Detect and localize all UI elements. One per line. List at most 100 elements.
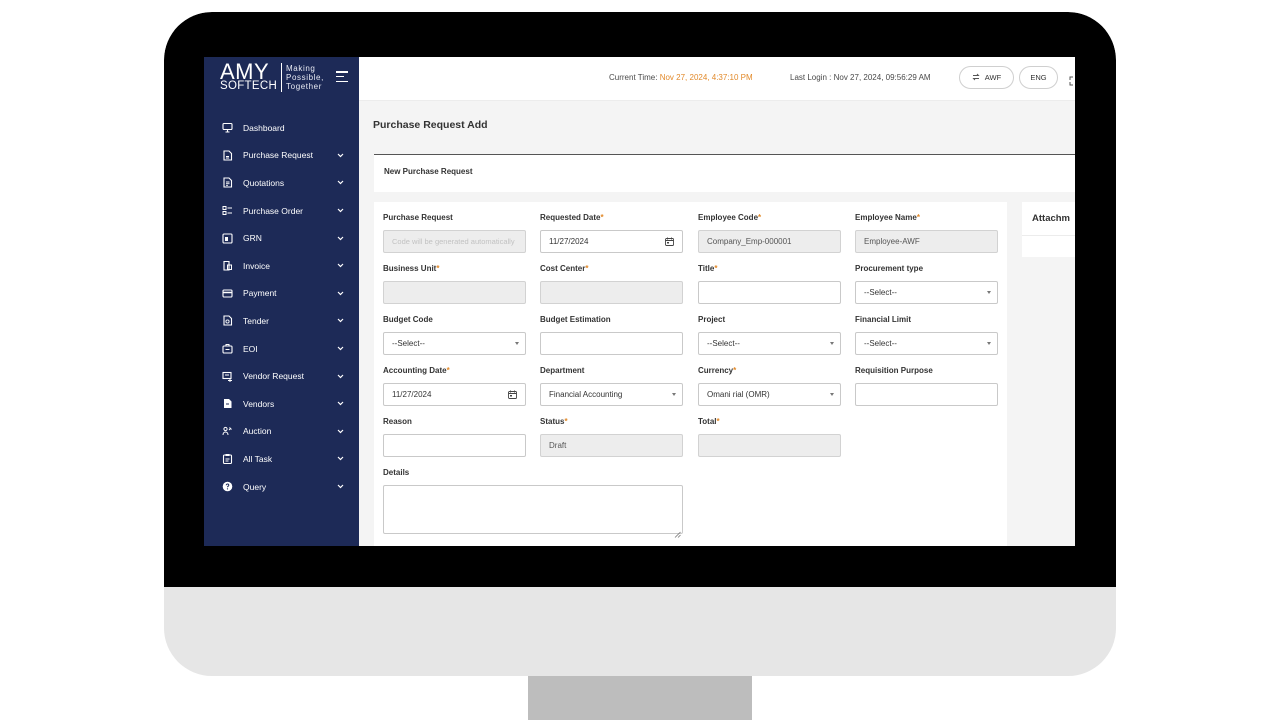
- project-select[interactable]: --Select--: [698, 332, 841, 355]
- sidebar-item-vendors[interactable]: Vendors: [204, 390, 359, 418]
- calendar-icon[interactable]: [508, 390, 517, 399]
- employee-code-label: Employee Code*: [698, 213, 762, 222]
- project-label: Project: [698, 315, 726, 324]
- sidebar-item-label: Invoice: [243, 260, 270, 271]
- total-field[interactable]: [698, 434, 841, 457]
- sidebar-item-grn[interactable]: GRN: [204, 224, 359, 252]
- sidebar-item-label: Quotations: [243, 177, 285, 188]
- purchase-request-field[interactable]: Code will be generated automatically: [383, 230, 526, 253]
- sidebar-item-eoi[interactable]: EOI: [204, 335, 359, 363]
- sidebar-nav: Dashboard Purchase Request Quotations Pu…: [204, 114, 359, 500]
- brand-name-top: AMY: [220, 59, 270, 84]
- requested-date-field[interactable]: 11/27/2024: [540, 230, 683, 253]
- tender-icon: [222, 315, 233, 327]
- sidebar-item-auction[interactable]: Auction: [204, 418, 359, 446]
- reason-input[interactable]: [383, 434, 526, 457]
- app-screen: AMY SOFTECH Making Possible, Together Da…: [204, 57, 1075, 546]
- sidebar-item-label: Tender: [243, 315, 269, 326]
- procurement-type-select[interactable]: --Select--: [855, 281, 998, 304]
- language-button[interactable]: ENG: [1019, 66, 1058, 89]
- sidebar-item-tender[interactable]: Tender: [204, 307, 359, 335]
- cost-center-field[interactable]: [540, 281, 683, 304]
- divider: [1022, 235, 1075, 236]
- sidebar-item-label: Purchase Request: [243, 150, 313, 161]
- sidebar-item-label: EOI: [243, 343, 258, 354]
- employee-code-field[interactable]: Company_Emp-000001: [698, 230, 841, 253]
- brand-logo[interactable]: AMY SOFTECH Making Possible, Together: [220, 59, 324, 92]
- vendor-request-icon: [222, 371, 233, 382]
- clipboard-icon: [222, 453, 233, 465]
- accounting-date-field[interactable]: 11/27/2024: [383, 383, 526, 406]
- form-card-header: New Purchase Request: [374, 154, 1075, 192]
- sidebar-item-quotations[interactable]: Quotations: [204, 169, 359, 197]
- budget-estimation-input[interactable]: [540, 332, 683, 355]
- requisition-purpose-label: Requisition Purpose: [855, 366, 933, 375]
- last-login: Last Login : Nov 27, 2024, 09:56:29 AM: [790, 73, 931, 82]
- current-time-label: Current Time:: [609, 73, 658, 82]
- swap-icon: [972, 73, 980, 83]
- brand-tagline-line: Making: [286, 64, 316, 73]
- budget-code-select[interactable]: --Select--: [383, 332, 526, 355]
- details-label: Details: [383, 468, 410, 477]
- sidebar-item-purchase-order[interactable]: Purchase Order: [204, 197, 359, 225]
- list-icon: [222, 205, 233, 216]
- chevron-down-icon: [335, 372, 345, 380]
- sidebar-item-payment[interactable]: Payment: [204, 280, 359, 308]
- chevron-down-icon: [335, 345, 345, 353]
- receipt-icon: [222, 233, 233, 244]
- requisition-purpose-input[interactable]: [855, 383, 998, 406]
- brand-wordmark: AMY SOFTECH: [220, 59, 283, 92]
- sidebar-item-purchase-request[interactable]: Purchase Request: [204, 142, 359, 170]
- sidebar-item-vendor-request[interactable]: Vendor Request: [204, 362, 359, 390]
- chevron-down-icon: [335, 455, 345, 463]
- sidebar-item-all-task[interactable]: All Task: [204, 445, 359, 473]
- brand-tagline-line: Possible,: [286, 73, 324, 82]
- status-label: Status*: [540, 417, 568, 426]
- sidebar-item-query[interactable]: Query: [204, 473, 359, 501]
- requested-date-label: Requested Date*: [540, 213, 604, 222]
- sidebar-item-label: Purchase Order: [243, 205, 303, 216]
- business-unit-label: Business Unit*: [383, 264, 440, 273]
- procurement-type-label: Procurement type: [855, 264, 924, 273]
- department-select[interactable]: Financial Accounting: [540, 383, 683, 406]
- resize-handle-icon[interactable]: [674, 525, 681, 538]
- brand-tagline-line: Together: [286, 82, 322, 91]
- monitor-icon: [222, 122, 233, 133]
- currency-label: Currency*: [698, 366, 737, 375]
- sidebar-item-dashboard[interactable]: Dashboard: [204, 114, 359, 142]
- help-icon: [222, 481, 233, 492]
- chevron-down-icon: [335, 427, 345, 435]
- chevron-down-icon: [335, 234, 345, 242]
- sidebar-item-label: Auction: [243, 426, 272, 437]
- sidebar-item-invoice[interactable]: Invoice: [204, 252, 359, 280]
- title-input[interactable]: [698, 281, 841, 304]
- chevron-down-icon: [335, 317, 345, 325]
- credit-card-icon: [222, 288, 233, 299]
- switch-company-button[interactable]: AWF: [959, 66, 1014, 89]
- employee-name-label: Employee Name*: [855, 213, 920, 222]
- title-label: Title*: [698, 264, 718, 273]
- budget-estimation-label: Budget Estimation: [540, 315, 611, 324]
- brand-tagline: Making Possible, Together: [282, 64, 324, 91]
- fullscreen-icon[interactable]: [1069, 73, 1075, 86]
- current-time: Current Time: Nov 27, 2024, 4:37:10 PM: [609, 73, 753, 82]
- chevron-down-icon: [335, 289, 345, 297]
- purchase-request-label: Purchase Request: [383, 213, 453, 222]
- sidebar-item-label: Vendors: [243, 398, 275, 409]
- status-field[interactable]: Draft: [540, 434, 683, 457]
- auction-icon: [222, 426, 233, 437]
- business-unit-field[interactable]: [383, 281, 526, 304]
- department-label: Department: [540, 366, 585, 375]
- financial-limit-select[interactable]: --Select--: [855, 332, 998, 355]
- sidebar: AMY SOFTECH Making Possible, Together Da…: [204, 57, 359, 546]
- brand-name-bottom: SOFTECH: [220, 80, 278, 92]
- currency-select[interactable]: Omani rial (OMR): [698, 383, 841, 406]
- accounting-date-label: Accounting Date*: [383, 366, 450, 375]
- monitor-stand: [528, 676, 752, 720]
- budget-code-label: Budget Code: [383, 315, 433, 324]
- details-textarea[interactable]: [383, 485, 683, 538]
- purchase-request-form: Purchase Request Code will be generated …: [374, 202, 1007, 546]
- menu-toggle-icon[interactable]: [336, 71, 348, 82]
- calendar-icon[interactable]: [665, 237, 674, 246]
- employee-name-field[interactable]: Employee-AWF: [855, 230, 998, 253]
